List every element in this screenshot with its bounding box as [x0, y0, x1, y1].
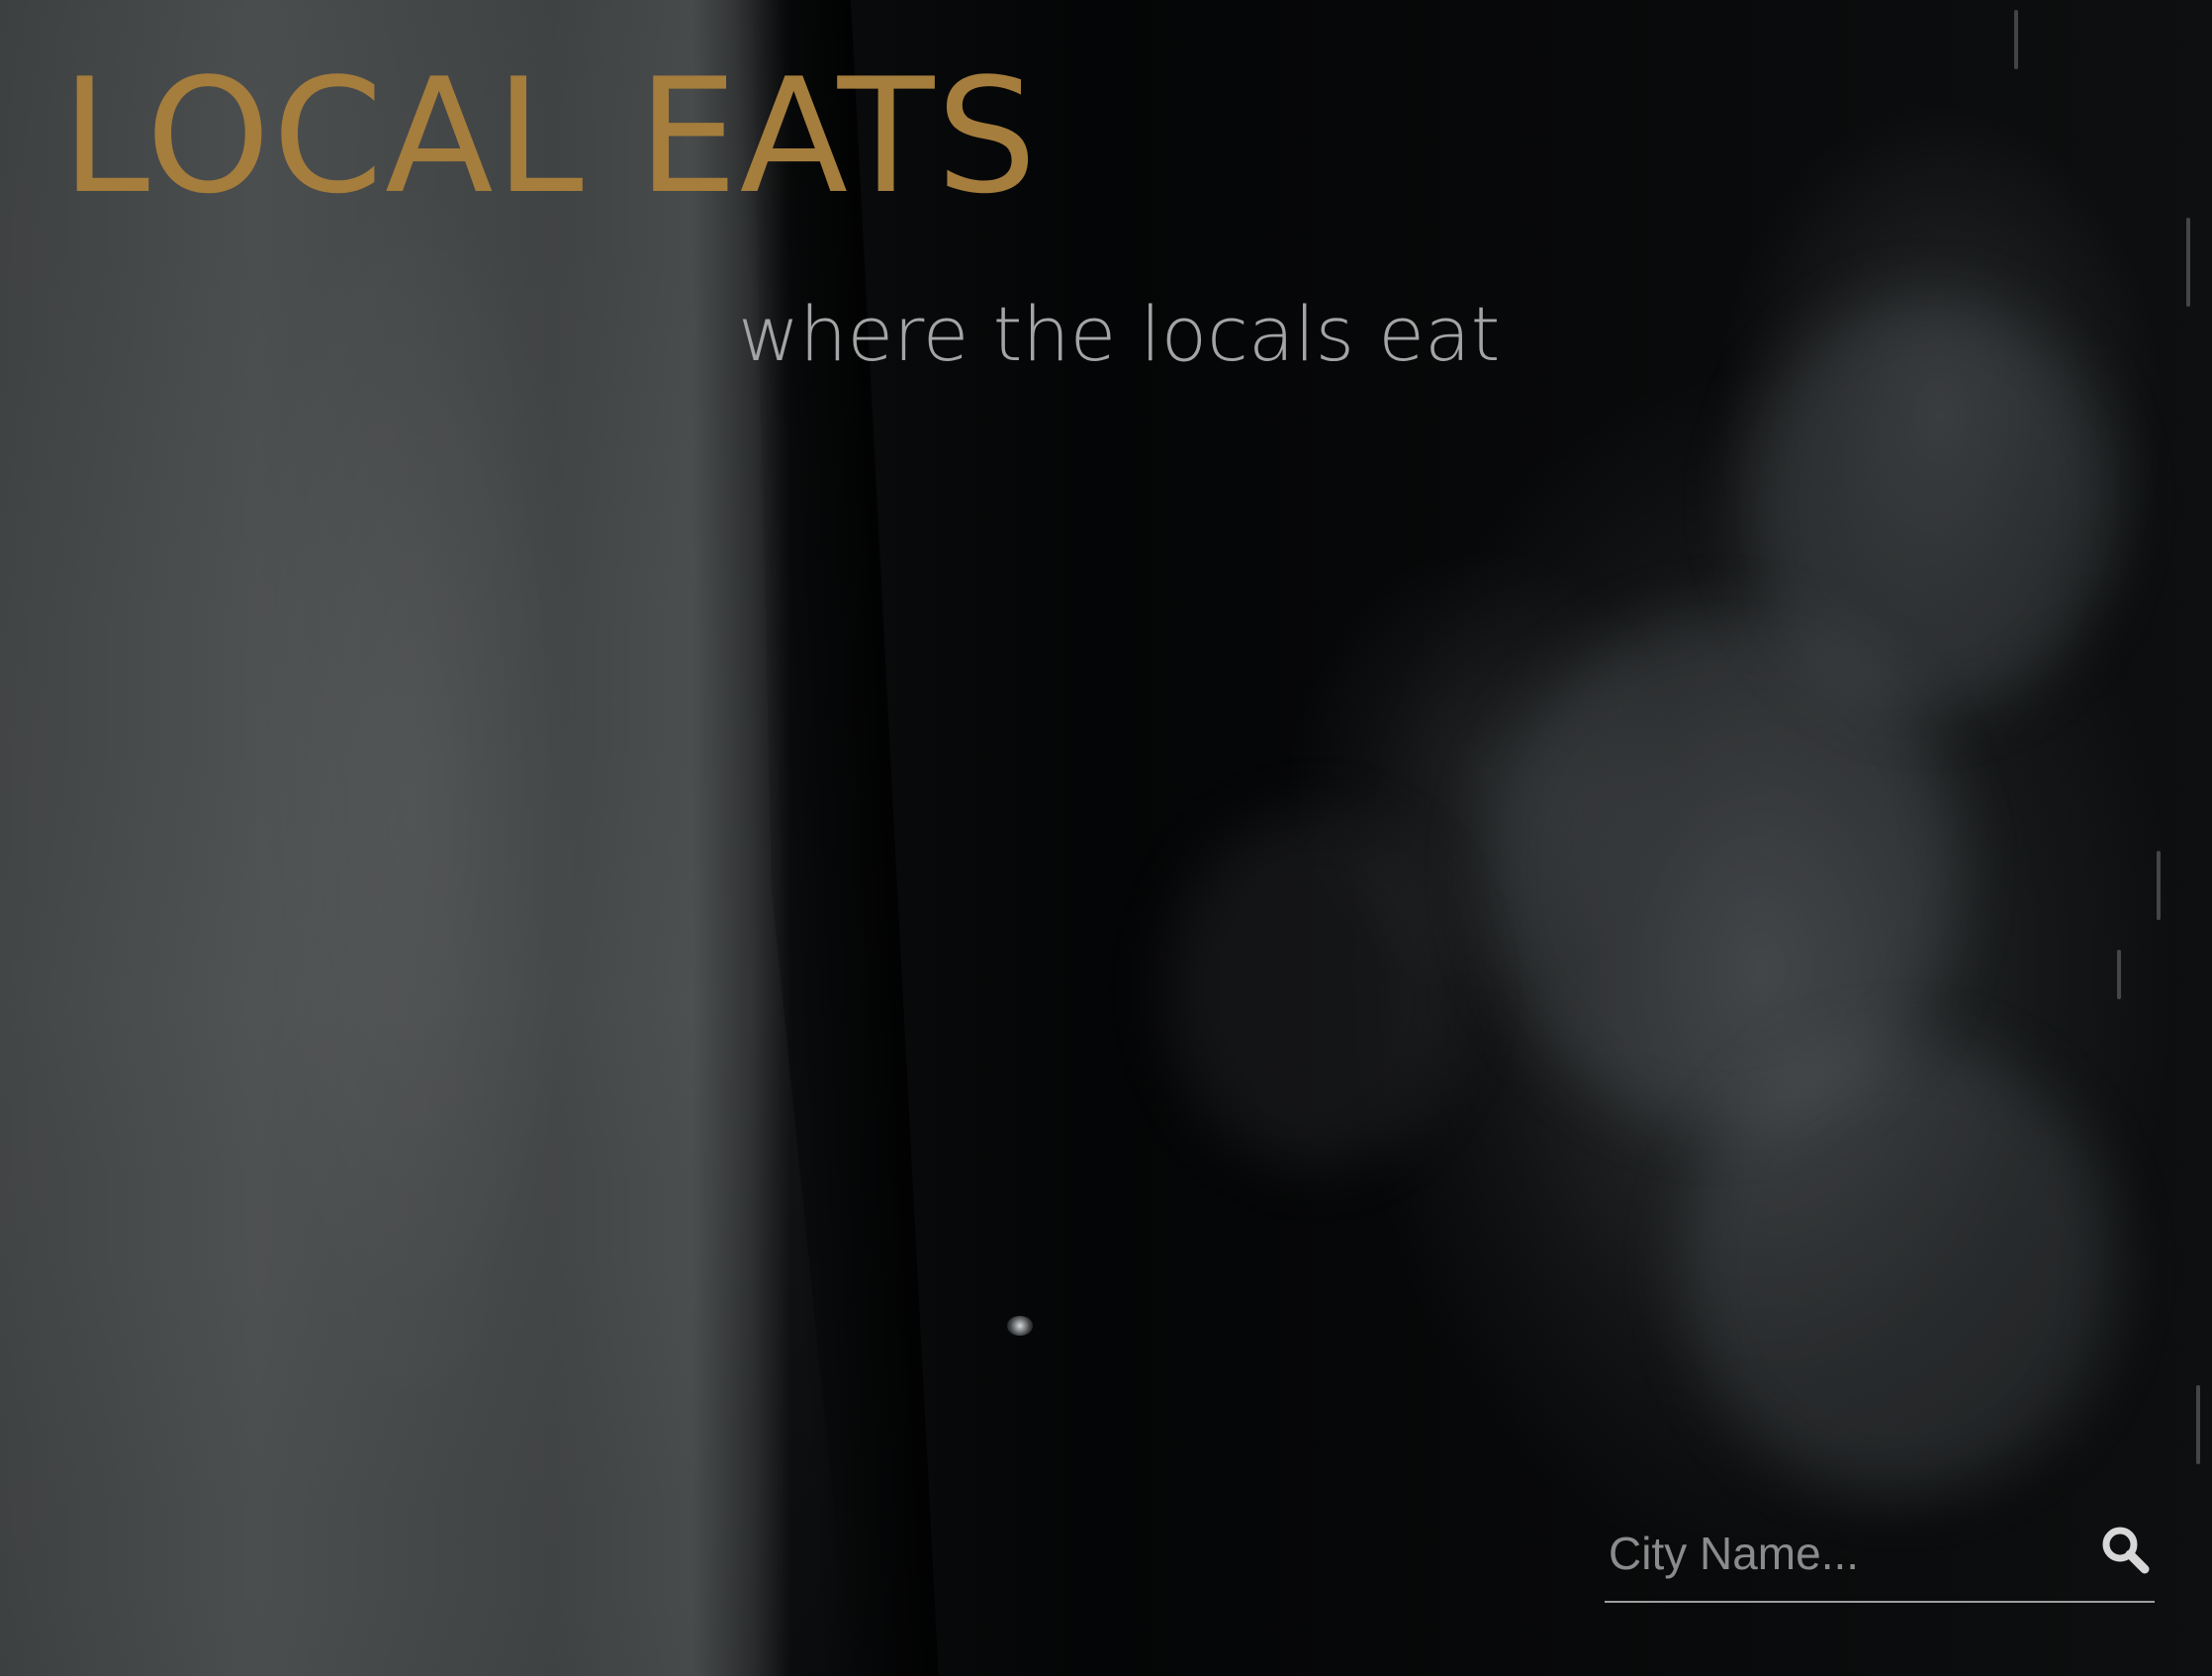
search-icon	[2095, 1524, 2155, 1575]
hero-tagline: where the locals eat	[738, 290, 1501, 378]
background-streak	[2117, 950, 2121, 999]
background-streak	[2186, 218, 2190, 307]
city-search-form	[1605, 1506, 2155, 1603]
background-light-spot	[1007, 1316, 1033, 1336]
hero-section: LOCAL EATS where the locals eat	[0, 0, 2212, 1676]
background-smoke	[1167, 811, 1464, 1167]
background-streak	[2196, 1385, 2200, 1464]
brand-title: LOCAL EATS	[61, 44, 1039, 229]
city-search-input[interactable]	[1605, 1506, 2079, 1601]
background-sleeve	[0, 0, 851, 1676]
background-streak	[2157, 851, 2161, 920]
background-streak	[2014, 10, 2018, 69]
background-smoke	[1682, 1039, 2117, 1494]
background-smoke	[1741, 297, 2117, 712]
search-button[interactable]	[2095, 1520, 2155, 1579]
